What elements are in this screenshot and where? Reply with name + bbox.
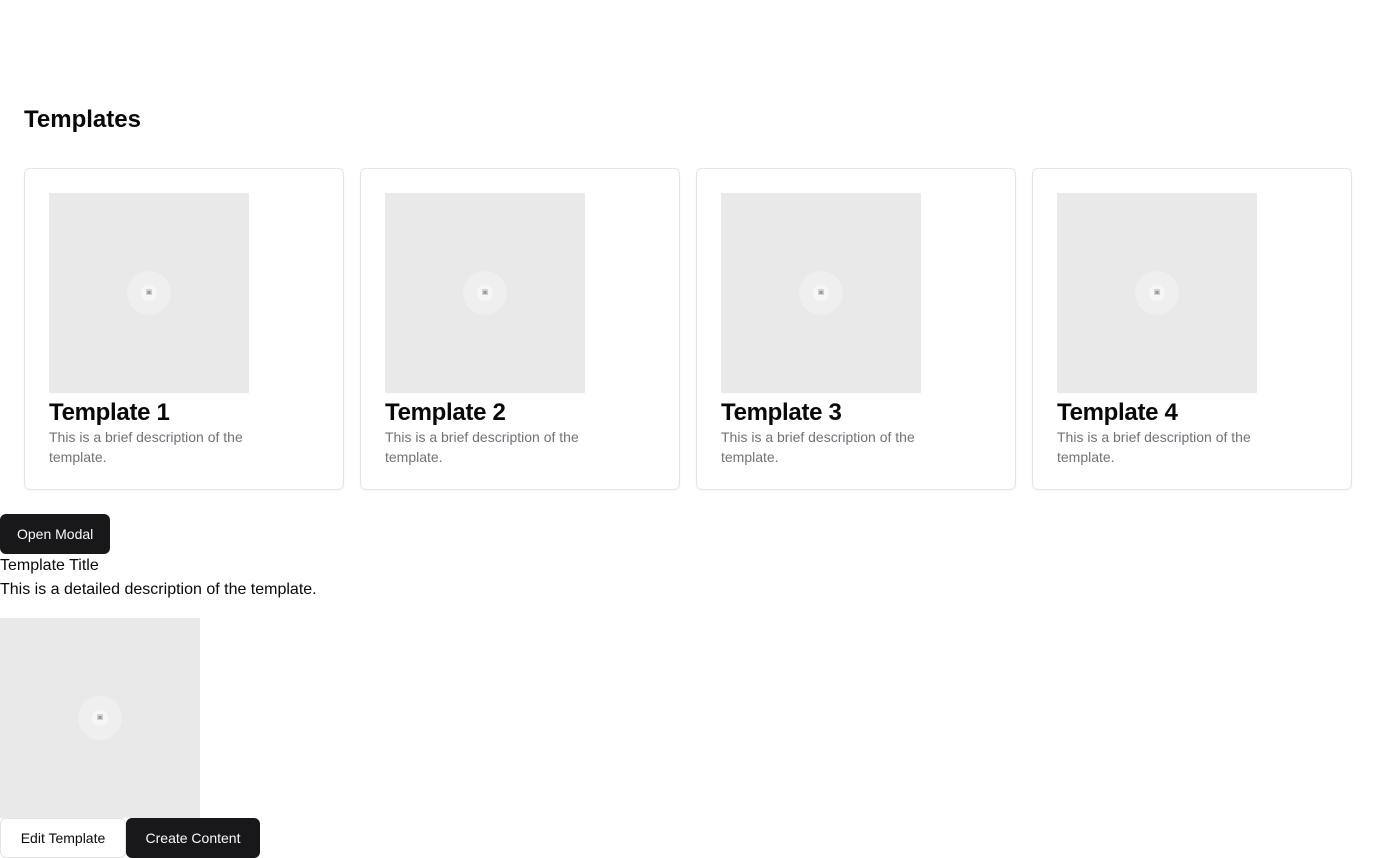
image-icon: ▣ xyxy=(1149,285,1165,301)
modal-image-placeholder: ▣ xyxy=(0,618,200,818)
image-icon: ▣ xyxy=(477,285,493,301)
image-placeholder: ▣ xyxy=(1057,193,1257,393)
create-content-button[interactable]: Create Content xyxy=(126,818,260,858)
image-icon: ▣ xyxy=(141,285,157,301)
image-placeholder: ▣ xyxy=(385,193,585,393)
modal-title: Template Title xyxy=(0,557,99,574)
card-title: Template 2 xyxy=(385,399,506,426)
card-description: This is a brief description of the templ… xyxy=(385,429,579,465)
image-icon: ▣ xyxy=(92,710,108,726)
template-card[interactable]: ▣ Template 3 This is a brief description… xyxy=(696,168,1016,490)
image-placeholder: ▣ xyxy=(49,193,249,393)
template-card[interactable]: ▣ Template 2 This is a brief description… xyxy=(360,168,680,490)
open-modal-button[interactable]: Open Modal xyxy=(0,514,111,554)
card-description: This is a brief description of the templ… xyxy=(1057,429,1251,465)
card-title: Template 1 xyxy=(49,399,170,426)
template-card[interactable]: ▣ Template 1 This is a brief description… xyxy=(24,168,344,490)
card-description: This is a brief description of the templ… xyxy=(49,429,243,465)
template-card[interactable]: ▣ Template 4 This is a brief description… xyxy=(1032,168,1352,490)
template-grid: ▣ Template 1 This is a brief description… xyxy=(24,168,1352,490)
edit-template-button[interactable]: Edit Template xyxy=(0,818,126,858)
card-description: This is a brief description of the templ… xyxy=(721,429,915,465)
image-placeholder: ▣ xyxy=(721,193,921,393)
card-title: Template 3 xyxy=(721,399,842,426)
page-title: Templates xyxy=(24,106,141,133)
modal-description: This is a detailed description of the te… xyxy=(0,581,317,598)
image-icon: ▣ xyxy=(813,285,829,301)
card-title: Template 4 xyxy=(1057,399,1178,426)
